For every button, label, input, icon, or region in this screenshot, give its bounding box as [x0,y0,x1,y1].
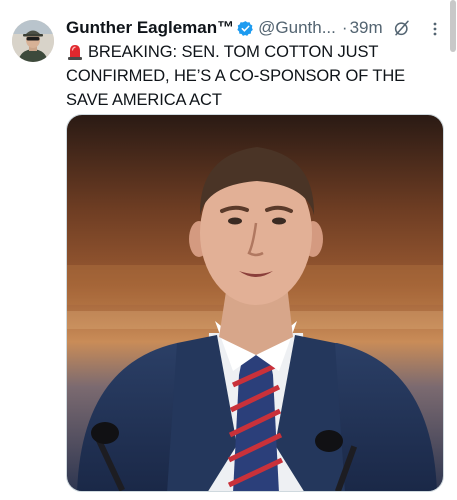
senator-photo [67,115,443,491]
author-handle[interactable]: @Gunth... [258,18,336,38]
tweet-body: BREAKING: SEN. TOM COTTON JUST CONFIRMED… [66,43,406,109]
tweet-image[interactable] [66,114,444,492]
time-separator: · [341,18,348,37]
grok-icon[interactable] [393,19,411,37]
verified-badge-icon[interactable] [237,20,254,37]
tweet-card: Gunther Eagleman™ @Gunth... · 39m BREAKI… [0,0,457,500]
police-siren-icon [66,42,84,60]
more-options-icon[interactable] [430,20,440,38]
scrollbar-thumb[interactable] [450,0,456,52]
tweet-timestamp[interactable]: 39m [350,18,383,38]
author-avatar[interactable] [12,20,54,62]
tweet-header: Gunther Eagleman™ @Gunth... · 39m [66,16,446,40]
tweet-text: BREAKING: SEN. TOM COTTON JUST CONFIRMED… [66,40,444,112]
author-name[interactable]: Gunther Eagleman™ [66,18,234,38]
